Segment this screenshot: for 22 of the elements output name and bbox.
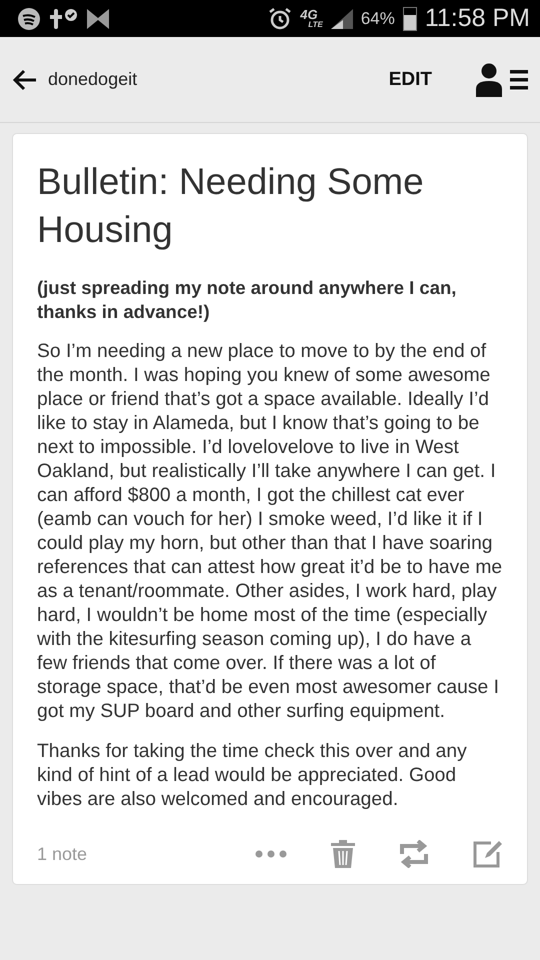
post-subtitle: (just spreading my note around anywhere I can, thanks in advance!): [37, 276, 458, 324]
post-paragraph: Thanks for taking the time check this over and any kind of hint of a lead would be appreciated. Good vibes are also welcomed and encouraged.: [37, 740, 468, 812]
edit-post-icon[interactable]: [473, 840, 503, 868]
signal-icon: [330, 8, 353, 28]
mail-app-icon: [87, 8, 109, 28]
reblog-icon[interactable]: [399, 840, 429, 868]
post-title: Bulletin: Needing Some Housing: [37, 160, 425, 252]
alarm-icon: [268, 6, 292, 30]
post-paragraph: So I’m needing a new place to move to by the end of the month. I was hoping you knew of some awesome place or friend that’s got a space available. Ideally I’d like to stay in Alameda, but I know that’s going to be next to impossible. I’d lovelovelove to live in West Oakland, but realistically I’ll take anywhere I can get. I can afford $800 a month, I got the chillest cat ever (eamb can vouch for her) I smoke weed, I’d like it if I could play my horn, but other than that I have soaring references that can attest how great it’d be to have me as a tenant/roommate. Other asides, I work hard, play hard, I wouldn’t be home most of the time (especially with the kitesurfing season coming up), I do have a few friends that come over. If there was a lot of storage space, that’d be even most awesomer cause I got my SUP board and other surfing equipment.: [37, 340, 503, 724]
edit-button[interactable]: EDIT: [388, 68, 432, 90]
network-subtype: LTE: [307, 20, 323, 28]
profile-icon[interactable]: [476, 62, 502, 96]
battery-icon: [402, 6, 417, 30]
music-app-icon: [17, 6, 41, 30]
more-icon[interactable]: [255, 850, 287, 858]
battery-percent: 64%: [360, 8, 395, 28]
menu-icon[interactable]: [510, 68, 528, 92]
back-button[interactable]: donedogeit: [12, 68, 389, 90]
network-type: 4G: [300, 9, 318, 21]
trash-icon[interactable]: [331, 840, 355, 868]
back-arrow-icon[interactable]: [12, 68, 38, 90]
clock: 11:58 PM: [424, 4, 530, 33]
